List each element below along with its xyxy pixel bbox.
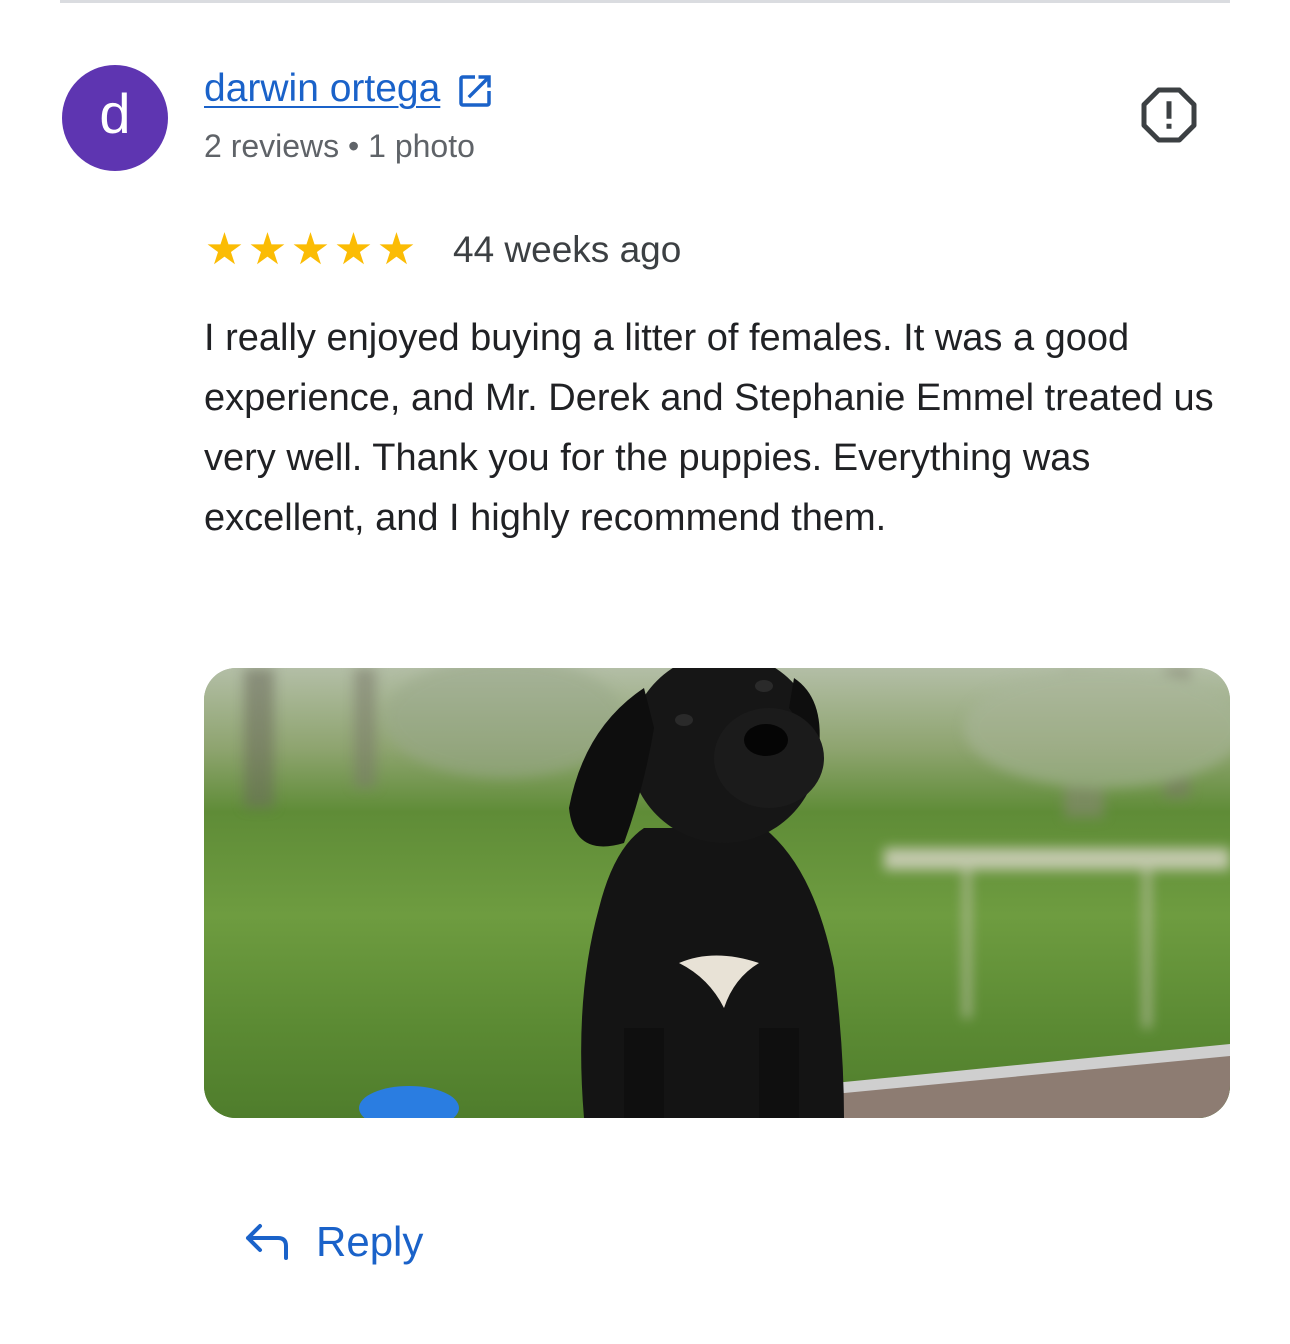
top-divider [60, 0, 1230, 3]
review-text: I really enjoyed buying a litter of fema… [204, 317, 1214, 539]
external-link-icon[interactable] [454, 70, 496, 112]
rating-row: ★ ★ ★ ★ ★ 44 weeks ago [204, 228, 682, 272]
review-photo[interactable] [204, 668, 1230, 1118]
author-name-link[interactable]: darwin ortega [204, 67, 440, 111]
star-icon: ★ [290, 225, 331, 274]
star-icon: ★ [376, 225, 417, 274]
author-row: darwin ortega [204, 66, 496, 112]
avatar[interactable]: d [62, 65, 168, 171]
reply-label: Reply [316, 1218, 424, 1265]
star-rating: ★ ★ ★ ★ ★ [204, 228, 417, 272]
report-flag-icon[interactable] [1139, 85, 1199, 145]
reply-button[interactable]: Reply [244, 1218, 423, 1266]
author-meta: 2 reviews • 1 photo [204, 128, 475, 164]
star-icon: ★ [333, 225, 374, 274]
review-time: 44 weeks ago [453, 229, 682, 270]
puppy-photo-image [204, 668, 1230, 1118]
avatar-initial: d [99, 82, 131, 145]
star-icon: ★ [204, 225, 245, 274]
reply-arrow-icon [246, 1224, 288, 1260]
star-icon: ★ [247, 225, 288, 274]
